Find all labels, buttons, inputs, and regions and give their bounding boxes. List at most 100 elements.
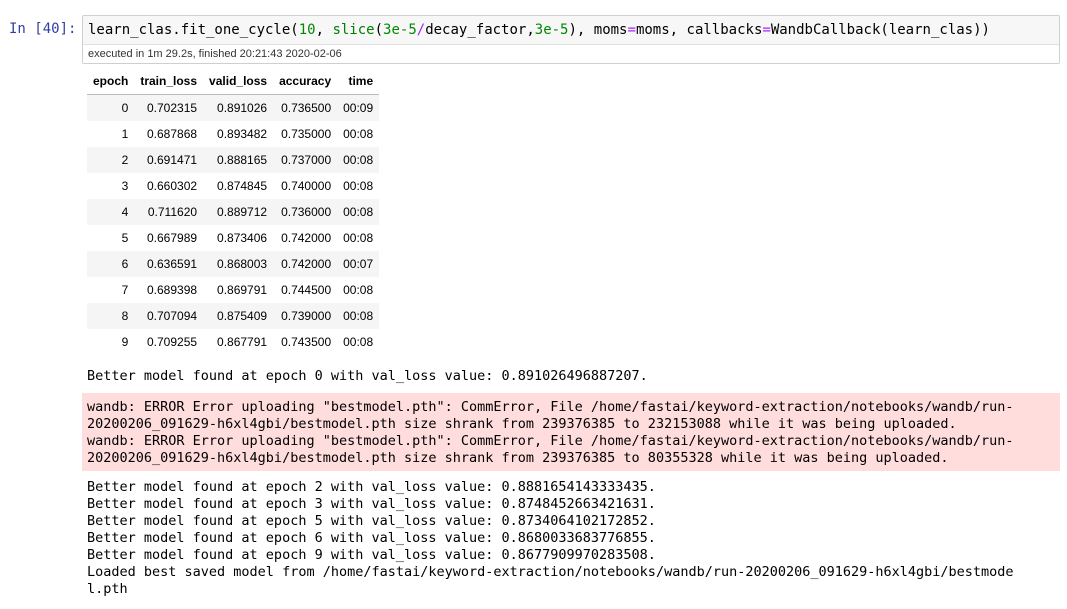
cell-valid-loss: 0.889712 [203, 199, 274, 225]
code-token: = [762, 22, 771, 38]
header-accuracy: accuracy [273, 68, 338, 95]
stdout-line: Better model found at epoch 5 with val_l… [87, 513, 656, 529]
cell-valid-loss: 0.868003 [203, 251, 274, 277]
stderr-block: wandb: ERROR Error uploading "bestmodel.… [82, 393, 1060, 471]
cell-valid-loss: 0.873406 [217, 231, 268, 245]
cell-valid-loss: 0.875409 [203, 303, 274, 329]
cell-train-loss: 0.691471 [134, 147, 204, 173]
cell-accuracy: 0.735000 [281, 127, 332, 141]
stderr-line: wandb: ERROR Error uploading "bestmodel.… [87, 433, 1014, 449]
cell-valid-loss: 0.874845 [217, 179, 268, 193]
cell-epoch: 7 [121, 283, 129, 297]
code-token: moms, callbacks [635, 22, 763, 38]
stdout-line: Better model found at epoch 0 with val_l… [87, 368, 648, 384]
cell-epoch: 8 [87, 303, 135, 329]
code-token: learn_clas.fit_one_cycle( [88, 22, 299, 38]
table-row: 7 0.689398 0.869791 0.744500 00:08 [87, 277, 379, 303]
cell-time: 00:08 [343, 231, 374, 245]
cell-time: 00:08 [337, 147, 380, 173]
stdout-block: Better model found at epoch 2 with val_l… [87, 479, 1014, 598]
code-token: 3e-5 [383, 22, 417, 38]
cell-epoch: 9 [121, 335, 129, 349]
header-epoch: epoch [87, 68, 135, 95]
stdout-line: Better model found at epoch 9 with val_l… [87, 547, 656, 563]
cell-valid-loss: 0.891026 [203, 94, 274, 121]
cell-valid-loss: 0.888165 [203, 147, 274, 173]
output-area: epoch train_loss valid_loss accuracy tim… [87, 68, 1059, 355]
table-row: 5 0.667989 0.873406 0.742000 00:08 [87, 225, 379, 251]
cell-train-loss: 0.702315 [134, 94, 204, 121]
stdout-line: Loaded best saved model from /home/fasta… [87, 564, 1014, 580]
code-token: / [416, 22, 426, 38]
cell-epoch: 3 [121, 179, 129, 193]
cell-accuracy: 0.742000 [273, 251, 338, 277]
header-train-loss: train_loss [134, 68, 204, 95]
cell-epoch: 6 [87, 251, 135, 277]
code-token: ( [374, 22, 384, 38]
cell-time: 00:08 [343, 335, 374, 349]
table-row: 1 0.687868 0.893482 0.735000 00:08 [87, 121, 379, 147]
cell-time: 00:08 [343, 179, 374, 193]
cell-epoch: 5 [121, 231, 129, 245]
stdout-line: Better model found at epoch 3 with val_l… [87, 496, 656, 512]
stdout-line: l.pth [87, 581, 128, 597]
cell-train-loss: 0.667989 [146, 231, 198, 245]
cell-epoch: 2 [87, 147, 135, 173]
cell-accuracy: 0.737000 [273, 147, 338, 173]
code-input-area[interactable]: learn_clas.fit_one_cycle(10, slice(3e-5/… [82, 15, 1060, 64]
table-row: 2 0.691471 0.888165 0.737000 00:08 [87, 147, 380, 173]
cell-epoch: 0 [87, 94, 135, 121]
cell-train-loss: 0.709255 [146, 335, 198, 349]
code-token: decay_factor, [425, 22, 535, 38]
cell-valid-loss: 0.869791 [217, 283, 268, 297]
stderr-line: wandb: ERROR Error uploading "bestmodel.… [87, 399, 1014, 415]
cell-train-loss: 0.687868 [146, 127, 198, 141]
cell-train-loss: 0.689398 [146, 283, 198, 297]
cell-accuracy: 0.742000 [281, 231, 332, 245]
cell-accuracy: 0.739000 [273, 303, 338, 329]
table-row: 8 0.707094 0.875409 0.739000 00:08 [87, 303, 380, 329]
stdout-line: Better model found at epoch 6 with val_l… [87, 530, 656, 546]
code-token: slice [332, 22, 375, 38]
header-time: time [337, 68, 380, 95]
stderr-line: 20200206_091629-h6xl4gbi/bestmodel.pth s… [87, 416, 957, 432]
cell-accuracy: 0.743500 [281, 335, 332, 349]
cell-train-loss: 0.636591 [134, 251, 204, 277]
code-token: = [627, 22, 636, 38]
code-line[interactable]: learn_clas.fit_one_cycle(10, slice(3e-5/… [88, 21, 990, 39]
cell-prompt: In [40]: [9, 21, 77, 37]
code-token: 3e-5 [534, 22, 569, 38]
cell-train-loss: 0.707094 [134, 303, 204, 329]
code-token: , [315, 22, 333, 38]
cell-accuracy: 0.736500 [273, 94, 338, 121]
cell-epoch: 1 [121, 127, 129, 141]
cell-time: 00:08 [337, 199, 380, 225]
table-row: 6 0.636591 0.868003 0.742000 00:07 [87, 251, 380, 277]
cell-train-loss: 0.711620 [134, 199, 204, 225]
cell-accuracy: 0.740000 [281, 179, 332, 193]
table-row: 4 0.711620 0.889712 0.736000 00:08 [87, 199, 380, 225]
execution-info: executed in 1m 29.2s, finished 20:21:43 … [83, 44, 1059, 63]
cell-time: 00:07 [337, 251, 380, 277]
code-token: ), moms [568, 22, 628, 38]
cell-time: 00:08 [337, 303, 380, 329]
cell-valid-loss: 0.893482 [217, 127, 268, 141]
code-token: 10 [298, 22, 316, 38]
cell-accuracy: 0.744500 [281, 283, 332, 297]
cell-time: 00:08 [343, 283, 374, 297]
cell-valid-loss: 0.867791 [217, 335, 268, 349]
stdout-line: Better model found at epoch 2 with val_l… [87, 479, 656, 495]
table-row: 9 0.709255 0.867791 0.743500 00:08 [87, 329, 379, 355]
cell-time: 00:08 [343, 127, 374, 141]
table-row: 3 0.660302 0.874845 0.740000 00:08 [87, 173, 379, 199]
stderr-line: 20200206_091629-h6xl4gbi/bestmodel.pth s… [87, 450, 949, 466]
results-table: epoch train_loss valid_loss accuracy tim… [87, 68, 380, 355]
table-header-row: epoch train_loss valid_loss accuracy tim… [87, 68, 380, 95]
cell-train-loss: 0.660302 [146, 179, 198, 193]
code-token: WandbCallback(learn_clas)) [770, 22, 990, 38]
cell-accuracy: 0.736000 [273, 199, 338, 225]
table-row: 0 0.702315 0.891026 0.736500 00:09 [87, 94, 380, 121]
header-valid-loss: valid_loss [203, 68, 274, 95]
cell-time: 00:09 [337, 94, 380, 121]
cell-epoch: 4 [87, 199, 135, 225]
